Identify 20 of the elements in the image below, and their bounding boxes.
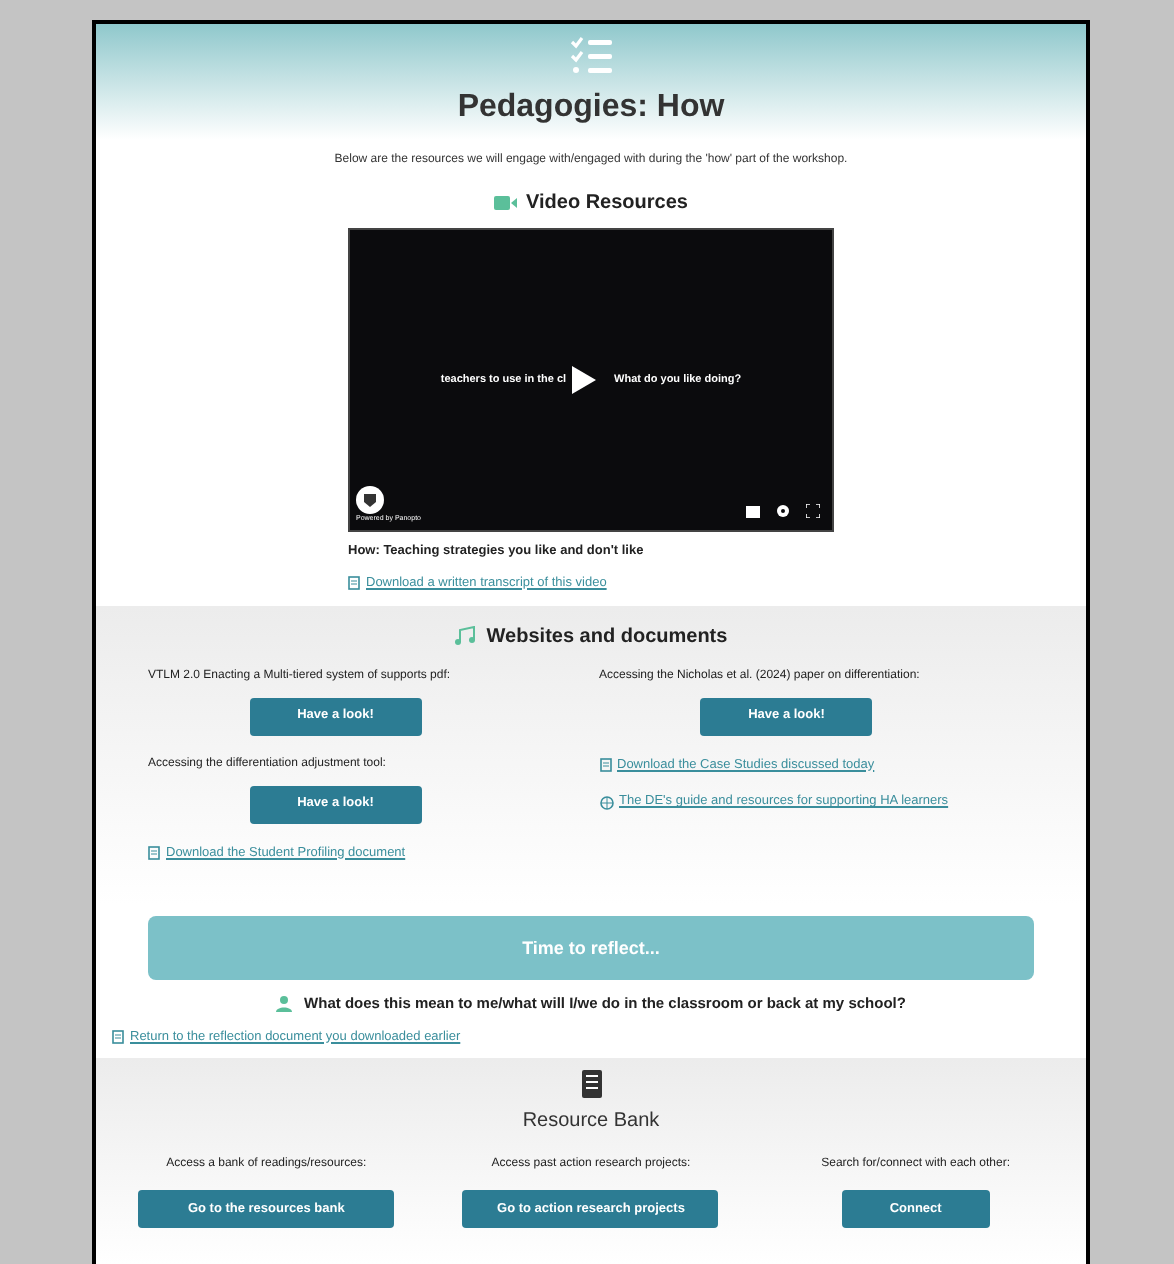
document-icon [599, 757, 611, 772]
shield-logo-icon [356, 485, 384, 514]
play-icon[interactable] [572, 366, 597, 394]
document-stack-icon [581, 1070, 601, 1099]
page-title: Pedagogies: How [457, 88, 725, 128]
person-icon [276, 995, 297, 1012]
section-heading: Video Resources [526, 190, 688, 218]
captions-icon[interactable] [746, 505, 760, 517]
fullscreen-icon[interactable] [806, 504, 820, 518]
document-icon [348, 576, 360, 591]
music-note-icon [454, 626, 479, 646]
checklist-icon [569, 36, 613, 76]
globe-icon [599, 795, 613, 810]
section-heading: Websites and documents [486, 623, 728, 651]
settings-icon[interactable] [776, 504, 790, 518]
section-heading: Resource Bank [522, 1108, 660, 1137]
document-icon [148, 845, 160, 860]
document-icon [112, 1029, 124, 1044]
video-camera-icon [494, 196, 519, 210]
reflect-banner: Time to reflect... [148, 916, 1034, 981]
